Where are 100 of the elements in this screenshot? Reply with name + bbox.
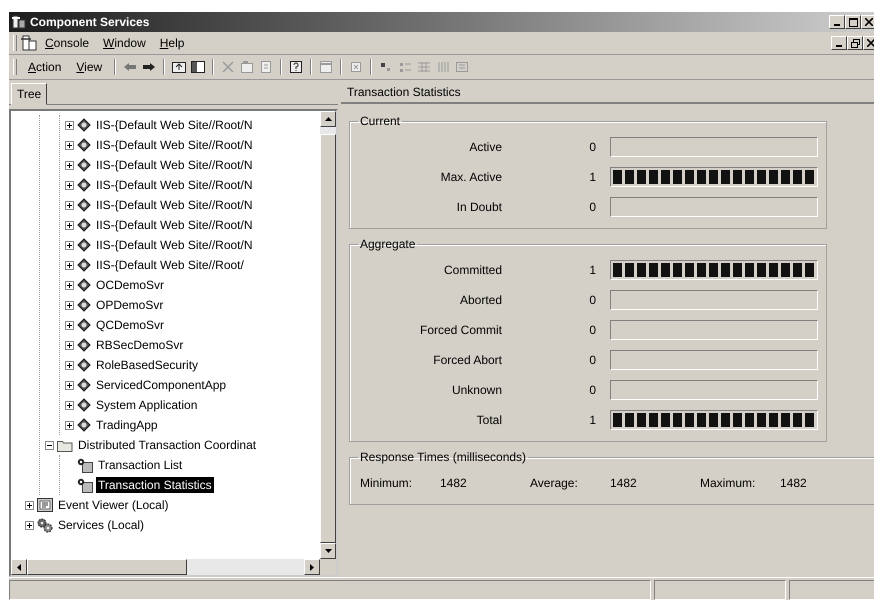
menu-item[interactable]: Action <box>22 58 68 76</box>
tree-item[interactable]: IIS-{Default Web Site//Root/ <box>94 257 246 273</box>
tree-item[interactable]: QCDemoSvr <box>94 317 166 333</box>
tree-item[interactable]: Transaction Statistics <box>96 477 214 493</box>
tree-item[interactable]: OPDemoSvr <box>94 297 166 313</box>
component-icon <box>77 298 91 312</box>
tree-item[interactable]: IIS-{Default Web Site//Root/N <box>94 117 255 133</box>
stat-label: Aborted <box>458 293 502 307</box>
tree-item[interactable]: Services (Local) <box>56 517 146 533</box>
component-icon <box>77 198 91 212</box>
folder-icon <box>57 438 73 452</box>
tree-item[interactable]: ServicedComponentApp <box>94 377 228 393</box>
group-title: Aggregate <box>359 237 416 251</box>
tree-item[interactable]: Transaction List <box>96 457 184 473</box>
close-button[interactable] <box>861 15 874 29</box>
group-title: Response Times (milliseconds) <box>359 450 528 464</box>
up-folder-icon[interactable] <box>171 59 188 75</box>
expand-icon[interactable] <box>65 300 74 310</box>
right-arrow-icon[interactable] <box>310 564 314 570</box>
restore-button[interactable] <box>847 36 863 50</box>
collapse-icon[interactable] <box>45 440 54 450</box>
tree-item[interactable]: RoleBasedSecurity <box>94 357 200 373</box>
menu-item[interactable]: Help <box>154 34 190 52</box>
stat-label: Committed <box>442 263 502 277</box>
close-icon <box>867 39 874 47</box>
maximize-button[interactable] <box>845 15 861 29</box>
expand-icon[interactable] <box>65 360 74 370</box>
component-icon <box>77 398 91 412</box>
component-icon <box>77 118 91 132</box>
expand-icon[interactable] <box>65 200 74 210</box>
gears-icon <box>37 518 53 532</box>
stat-label: Unknown <box>450 383 502 397</box>
expand-icon[interactable] <box>65 120 74 130</box>
component-icon <box>77 238 91 252</box>
tree-item[interactable]: IIS-{Default Web Site//Root/N <box>94 197 255 213</box>
expand-icon[interactable] <box>65 220 74 230</box>
time-label: Maximum: <box>700 476 756 490</box>
up-arrow-icon[interactable] <box>324 117 332 121</box>
down-arrow-icon[interactable] <box>324 549 332 553</box>
minimize-button[interactable] <box>831 36 847 50</box>
tree-tab[interactable]: Tree <box>11 83 48 105</box>
stat-value: 1 <box>588 263 596 277</box>
left-arrow-icon[interactable] <box>17 564 21 570</box>
tree-item[interactable]: IIS-{Default Web Site//Root/N <box>94 137 255 153</box>
expand-icon[interactable] <box>65 260 74 270</box>
stat-label: Active <box>468 140 502 154</box>
stat-label: Max. Active <box>440 170 502 184</box>
expand-icon[interactable] <box>65 380 74 390</box>
transaction-icon <box>77 478 93 492</box>
expand-icon[interactable] <box>65 160 74 170</box>
stat-label: Forced Commit <box>418 323 502 337</box>
expand-icon[interactable] <box>65 140 74 150</box>
menu-item[interactable]: Window <box>97 34 152 52</box>
component-icon <box>77 158 91 172</box>
expand-icon[interactable] <box>65 400 74 410</box>
expand-icon[interactable] <box>65 340 74 350</box>
expand-icon[interactable] <box>65 280 74 290</box>
time-value: 1482 <box>780 476 808 490</box>
component-icon <box>77 258 91 272</box>
tree-item[interactable]: IIS-{Default Web Site//Root/N <box>94 217 255 233</box>
time-label: Average: <box>530 476 579 490</box>
expand-icon[interactable] <box>65 240 74 250</box>
menu-item[interactable]: View <box>70 58 108 76</box>
expand-icon[interactable] <box>65 180 74 190</box>
tree-item[interactable]: OCDemoSvr <box>94 277 166 293</box>
component-icon <box>77 178 91 192</box>
component-icon <box>77 278 91 292</box>
vertical-scrollbar[interactable] <box>320 111 336 559</box>
minimize-button[interactable] <box>829 15 845 29</box>
expand-icon[interactable] <box>65 420 74 430</box>
transaction-icon <box>77 458 93 472</box>
tree-item[interactable]: IIS-{Default Web Site//Root/N <box>94 177 255 193</box>
tree-item[interactable]: Distributed Transaction Coordinat <box>76 437 258 453</box>
tree-item[interactable]: IIS-{Default Web Site//Root/N <box>94 237 255 253</box>
tree-item[interactable]: RBSecDemoSvr <box>94 337 186 353</box>
stat-value: 0 <box>588 323 596 337</box>
tree-item[interactable]: System Application <box>94 397 200 413</box>
expand-icon[interactable] <box>65 320 74 330</box>
expand-icon[interactable] <box>25 500 34 510</box>
horizontal-scrollbar[interactable] <box>11 559 336 575</box>
component-icon <box>77 338 91 352</box>
help-icon[interactable] <box>288 59 304 75</box>
console-icon <box>21 35 37 51</box>
console-tree-icon[interactable] <box>190 59 206 75</box>
group-title: Current <box>359 114 402 128</box>
component-icon <box>77 318 91 332</box>
time-value: 1482 <box>610 476 638 490</box>
tree-item[interactable]: Event Viewer (Local) <box>56 497 170 513</box>
time-label: Minimum: <box>360 476 414 490</box>
tree-item[interactable]: TradingApp <box>94 417 160 433</box>
app-icon <box>12 15 26 29</box>
restore-icon <box>850 38 860 48</box>
stat-value: 0 <box>588 140 596 154</box>
stat-value: 0 <box>588 383 596 397</box>
tree-item[interactable]: IIS-{Default Web Site//Root/N <box>94 157 255 173</box>
component-icon <box>77 138 91 152</box>
expand-icon[interactable] <box>25 520 34 530</box>
maximize-icon <box>848 18 858 26</box>
stat-label: Forced Abort <box>432 353 502 367</box>
menu-item[interactable]: Console <box>39 34 96 52</box>
